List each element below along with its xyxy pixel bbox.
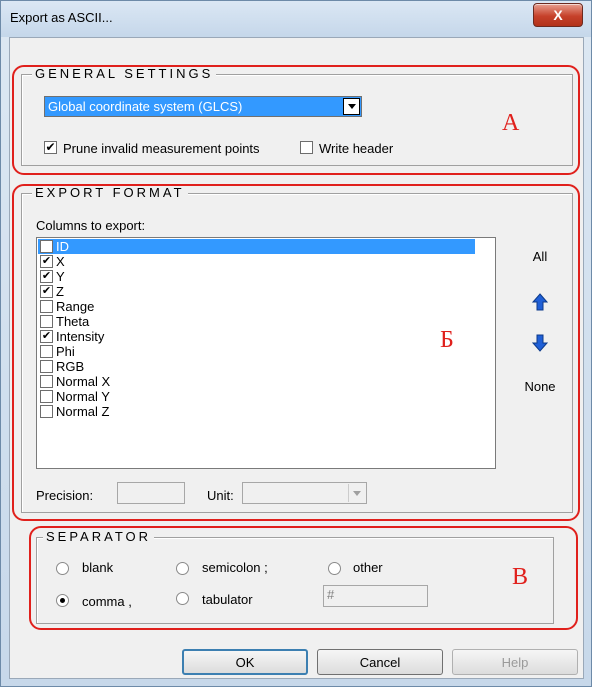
column-checkbox[interactable] [40, 300, 53, 313]
list-item[interactable]: Phi [38, 344, 475, 359]
column-checkbox[interactable] [40, 390, 53, 403]
column-label: Normal Z [56, 404, 110, 419]
close-icon: X [553, 7, 563, 23]
column-checkbox[interactable]: ✔ [40, 330, 53, 343]
cancel-button-label: Cancel [359, 654, 401, 670]
radio-tabulator-label: tabulator [202, 592, 253, 607]
close-button[interactable]: X [533, 3, 583, 27]
annotation-box-a [12, 65, 580, 175]
list-item[interactable]: ✔ Y [38, 269, 475, 284]
chevron-down-icon[interactable] [348, 484, 365, 502]
list-item[interactable]: Theta [38, 314, 475, 329]
list-item[interactable]: ✔ Z [38, 284, 475, 299]
column-checkbox[interactable] [40, 360, 53, 373]
annotation-letter-b: Б [440, 327, 454, 353]
precision-label: Precision: [36, 488, 94, 503]
list-item[interactable]: Range [38, 299, 475, 314]
unit-select[interactable] [242, 482, 367, 504]
select-none-button[interactable]: None [515, 379, 565, 394]
ok-button-label: OK [235, 654, 255, 670]
list-item[interactable]: ✔ X [38, 254, 475, 269]
move-down-arrow-icon[interactable] [532, 334, 548, 352]
column-checkbox[interactable]: ✔ [40, 255, 53, 268]
move-up-arrow-icon[interactable] [532, 293, 548, 311]
help-button-label: Help [501, 654, 529, 670]
coordinate-system-value: Global coordinate system (GLCS) [48, 99, 243, 114]
column-checkbox[interactable] [40, 240, 53, 253]
list-item[interactable]: Normal Z [38, 404, 475, 419]
list-item[interactable]: Normal Y [38, 389, 475, 404]
column-label: X [56, 254, 65, 269]
ok-button[interactable]: OK [182, 649, 308, 675]
column-checkbox[interactable]: ✔ [40, 285, 53, 298]
write-header-label: Write header [319, 141, 394, 156]
dialog-client-area: GENERAL SETTINGS Global coordinate syste… [9, 37, 584, 679]
title-bar[interactable]: Export as ASCII... X [1, 1, 591, 37]
window-title: Export as ASCII... [10, 10, 113, 25]
column-checkbox[interactable] [40, 375, 53, 388]
column-label: Intensity [56, 329, 105, 344]
annotation-letter-c: B [512, 564, 529, 590]
list-item[interactable]: ID [38, 239, 475, 254]
radio-comma-label: comma , [82, 594, 132, 609]
coordinate-system-select[interactable]: Global coordinate system (GLCS) [44, 96, 362, 117]
list-item[interactable]: ✔ Intensity [38, 329, 475, 344]
columns-to-export-label: Columns to export: [36, 218, 146, 233]
help-button[interactable]: Help [452, 649, 578, 675]
column-checkbox[interactable] [40, 315, 53, 328]
radio-comma[interactable] [56, 594, 69, 607]
unit-label: Unit: [207, 488, 234, 503]
columns-listbox[interactable]: ID ✔ X ✔ Y ✔ Z Range Theta ✔ Intensity Phi RGB Normal… [36, 237, 496, 469]
column-label: Z [56, 284, 64, 299]
cancel-button[interactable]: Cancel [317, 649, 443, 675]
other-separator-input[interactable]: # [323, 585, 428, 607]
column-label: Phi [56, 344, 75, 359]
select-all-button[interactable]: All [515, 249, 565, 264]
column-label: RGB [56, 359, 85, 374]
column-label: Range [56, 299, 95, 314]
list-item[interactable]: RGB [38, 359, 475, 374]
radio-other[interactable] [328, 562, 341, 575]
prune-invalid-label: Prune invalid measurement points [63, 141, 260, 156]
write-header-checkbox[interactable] [300, 141, 313, 154]
list-item[interactable]: Normal X [38, 374, 475, 389]
column-checkbox[interactable] [40, 405, 53, 418]
column-label: Theta [56, 314, 90, 329]
column-label: ID [56, 239, 69, 254]
column-label: Y [56, 269, 65, 284]
radio-other-label: other [353, 560, 383, 575]
radio-blank[interactable] [56, 562, 69, 575]
precision-input[interactable] [117, 482, 185, 504]
radio-tabulator[interactable] [176, 592, 189, 605]
column-checkbox[interactable]: ✔ [40, 270, 53, 283]
annotation-box-c [29, 526, 578, 630]
radio-semicolon[interactable] [176, 562, 189, 575]
prune-invalid-checkbox[interactable]: ✔ [44, 141, 57, 154]
radio-semicolon-label: semicolon ; [202, 560, 268, 575]
chevron-down-icon[interactable] [343, 98, 360, 115]
other-separator-value: # [327, 587, 335, 602]
radio-blank-label: blank [82, 560, 114, 575]
column-label: Normal Y [56, 389, 110, 404]
column-label: Normal X [56, 374, 111, 389]
column-checkbox[interactable] [40, 345, 53, 358]
export-dialog-window: Export as ASCII... X GENERAL SETTINGS Gl… [0, 0, 592, 687]
annotation-letter-a: A [502, 110, 520, 136]
